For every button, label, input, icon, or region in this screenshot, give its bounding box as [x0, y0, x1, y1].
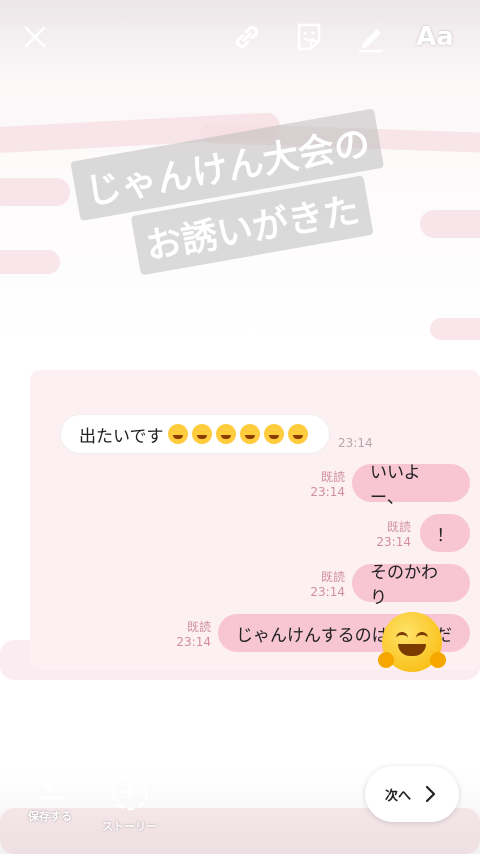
read-receipt: 既読 23:14 [300, 470, 345, 500]
read-label: 既読 [320, 570, 345, 584]
message-bubble-right: そのかわり [352, 563, 470, 608]
crying-emoji-icon [191, 424, 212, 444]
save-button[interactable]: 保存する [28, 772, 72, 824]
hugging-face-emoji-icon[interactable] [378, 612, 446, 672]
emoji-mouth [398, 644, 426, 656]
crying-emoji-icon [287, 424, 308, 444]
message-time: 23:14 [310, 585, 345, 599]
emoji-eye [416, 632, 428, 641]
message-time: 23:14 [176, 635, 211, 649]
read-label: 既読 [386, 520, 411, 534]
message-bubble-right: いいよー、 [352, 463, 470, 508]
close-icon[interactable] [16, 18, 54, 56]
crying-emoji-icon [263, 424, 284, 444]
emoji-hand [378, 652, 394, 668]
read-receipt: 既読 23:14 [166, 620, 211, 650]
message-time: 23:14 [310, 485, 345, 499]
message-text: そのかわり [370, 563, 438, 608]
paint-stroke [0, 250, 60, 274]
sticker-icon[interactable] [290, 18, 328, 56]
read-receipt: 既読 23:14 [300, 570, 345, 600]
message-text: じゃんけんするのは [236, 625, 389, 646]
message-text: 出たいです [79, 426, 164, 447]
message-time: 23:14 [338, 436, 373, 450]
emoji-hand [430, 652, 446, 668]
text-tool-label: Aa [416, 22, 454, 52]
next-button[interactable]: 次へ [365, 766, 459, 822]
crying-emoji-icon [239, 424, 260, 444]
download-icon [37, 773, 63, 800]
chevron-right-icon [425, 785, 436, 803]
save-label: 保存する [28, 810, 72, 823]
message-bubble-right: ！ [420, 514, 470, 552]
emoji-eye [396, 632, 408, 641]
message-bubble-left: 出たいです [60, 414, 330, 454]
story-label: ストーリー [102, 820, 157, 833]
message-text: いいよー、 [370, 463, 421, 508]
crying-emoji-icon [215, 424, 236, 444]
add-story-icon [111, 773, 148, 811]
pen-icon[interactable] [352, 18, 390, 56]
read-label: 既読 [320, 470, 345, 484]
crying-emoji-icon [167, 424, 188, 444]
message-text: ！ [436, 525, 454, 546]
read-receipt: 既読 23:14 [366, 520, 411, 550]
story-editor: Aa じゃんけん大会の お誘いがきた 出たいです 23:14 既読 23:14 … [0, 0, 480, 854]
read-label: 既読 [186, 620, 211, 634]
text-tool-button[interactable]: Aa [412, 18, 458, 56]
paint-stroke [420, 210, 480, 238]
paint-stroke [430, 318, 480, 340]
next-label: 次へ [384, 788, 411, 804]
link-icon[interactable] [228, 18, 266, 56]
message-time: 23:14 [376, 535, 411, 549]
story-button[interactable]: ストーリー [102, 772, 157, 834]
paint-stroke [0, 178, 70, 206]
